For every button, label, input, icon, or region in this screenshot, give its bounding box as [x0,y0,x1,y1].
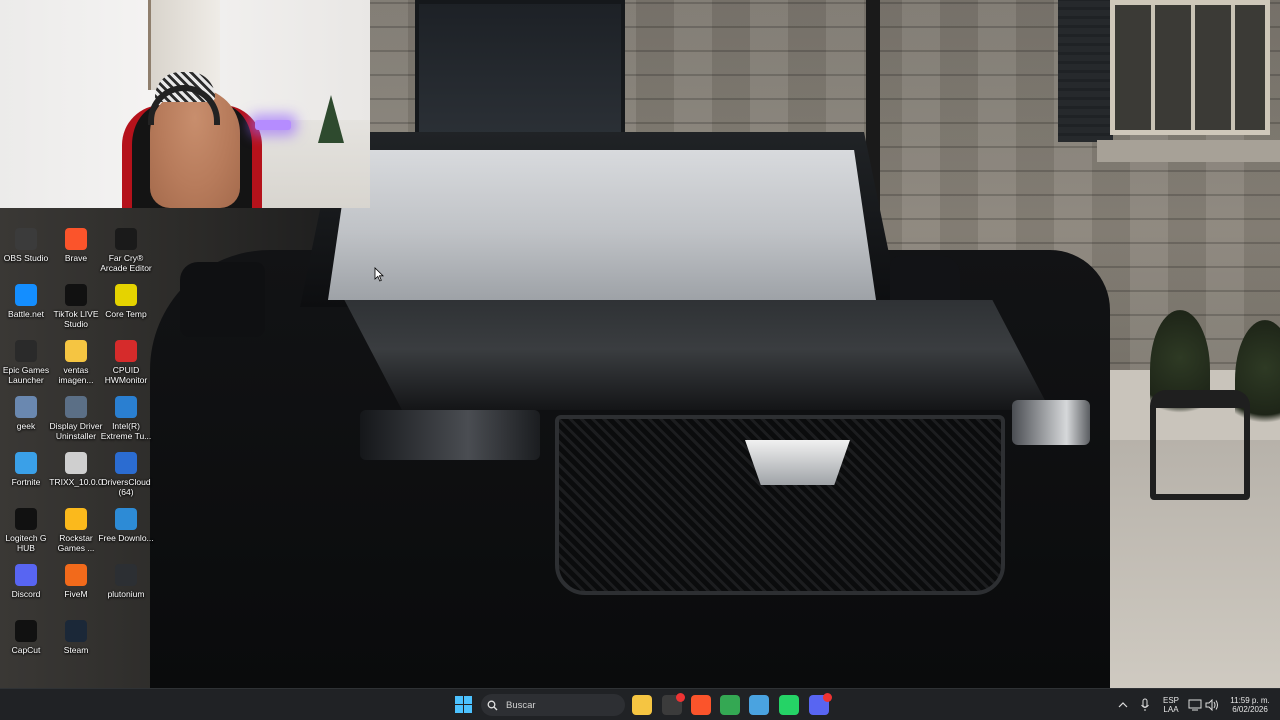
steam-icon [65,620,87,642]
house-window-left [415,0,625,140]
desktop-shortcut-label: Core Temp [105,309,147,319]
notification-badge [823,693,832,702]
desktop-shortcut[interactable]: Battle.net [0,280,52,336]
chrome-icon[interactable] [720,695,740,715]
desktop-shortcut[interactable]: CPUID HWMonitor [100,336,152,392]
discord-icon [15,564,37,586]
desktop-shortcut[interactable]: OBS Studio [0,224,52,280]
desktop-shortcut[interactable]: Epic Games Launcher [0,336,52,392]
desktop-shortcut[interactable]: Core Temp [100,280,152,336]
battlenet-icon [15,284,37,306]
car-windshield [328,150,876,300]
desktop-shortcut[interactable]: TikTok LIVE Studio [50,280,102,336]
obs-taskbar-icon[interactable] [662,693,685,715]
car-headlight-right [1012,400,1090,445]
keyboard-layout: LAA [1163,705,1179,714]
desktop-icon-grid: OBS Studio Brave Far Cry® Arcade Editor Bat… [0,224,160,674]
car-mirror-left [180,262,265,337]
discord-taskbar-icon[interactable] [809,693,832,715]
folder-icon [65,340,87,362]
christmas-tree [318,95,344,143]
coretemp-icon [115,284,137,306]
fivem-icon [65,564,87,586]
capcut-icon [15,620,37,642]
webcam-overlay [0,0,370,208]
desktop-shortcut[interactable]: Rockstar Games ... [50,504,102,560]
language-code: ESP [1162,696,1179,705]
epic-icon [15,340,37,362]
window-sill [1097,140,1280,162]
taskbar-search[interactable]: Buscar [481,694,625,716]
desktop-shortcut[interactable]: DriversCloud (64) [100,448,152,504]
tiktok-icon [65,284,87,306]
desktop-shortcut-label: Far Cry® Arcade Editor [100,253,152,273]
desktop-shortcut[interactable]: plutonium [100,560,152,616]
tray-overflow-chevron-icon[interactable] [1118,689,1128,720]
brave-icon [65,228,87,250]
desktop-shortcut[interactable]: ventas imagen... [50,336,102,392]
intel-icon [115,396,137,418]
desktop-shortcut[interactable]: Intel(R) Extreme Tu... [100,392,152,448]
car-hood [344,300,1050,410]
hwmonitor-icon [115,340,137,362]
obs-icon [15,228,37,250]
desktop-shortcut[interactable]: Free Downlo... [98,504,154,560]
file-explorer-icon[interactable] [632,695,652,715]
notification-badge [676,693,685,702]
geek-icon [15,396,37,418]
desktop-shortcut-label: DriversCloud (64) [101,477,151,497]
desktop-shortcut-label: plutonium [107,589,145,599]
clock-time: 11:59 p. m. [1230,696,1270,705]
desktop-shortcut[interactable]: FiveM [50,560,102,616]
desktop-shortcut[interactable]: Steam [50,616,102,672]
desktop-shortcut[interactable]: Fortnite [0,448,52,504]
desktop-shortcut[interactable]: geek [0,392,52,448]
desktop-shortcut[interactable]: Discord [0,560,52,616]
car-headlight-left [360,410,540,460]
car-emblem [745,440,850,485]
desktop-shortcut[interactable]: CapCut [0,616,52,672]
patio-chair [1150,390,1250,500]
neon-sign [255,120,291,130]
ddu-icon [65,396,87,418]
desktop-shortcut-label: Intel(R) Extreme Tu... [100,421,152,441]
taskbar: Buscar ESP LAA 11:59 p. m. 6/02/2026 [0,688,1280,720]
desktop-shortcut[interactable]: Brave [50,224,102,280]
desktop-shortcut-label: Free Downlo... [98,533,154,543]
notepad-icon[interactable] [749,695,769,715]
clock-date: 6/02/2026 [1232,705,1268,714]
desktop-shortcut[interactable]: Display Driver Uninstaller [50,392,102,448]
plutonium-icon [115,564,137,586]
farcry-icon [115,228,137,250]
mouse-cursor-icon [374,267,384,282]
desktop-shortcut-label: CPUID HWMonitor [104,365,148,385]
desktop-shortcut[interactable]: Logitech G HUB [0,504,52,560]
network-icon[interactable] [1188,689,1202,720]
fortnite-icon [15,452,37,474]
driverscloud-icon [115,452,137,474]
brave-taskbar-icon[interactable] [691,695,711,715]
rockstar-icon [65,508,87,530]
desktop-shortcut-label: Steam [63,645,89,655]
desktop-shortcut[interactable]: TRIXX_10.0.0 [49,448,103,504]
download-icon [115,508,137,530]
clock[interactable]: 11:59 p. m. 6/02/2026 [1225,689,1275,720]
whatsapp-icon[interactable] [779,695,799,715]
search-placeholder: Buscar [506,699,536,711]
windows-start-icon[interactable] [455,696,472,713]
language-indicator[interactable]: ESP LAA [1162,689,1180,720]
window-shutter [1058,0,1113,142]
search-icon [487,700,498,710]
house-window-right [1110,0,1270,135]
microphone-icon[interactable] [1140,689,1150,720]
logitech-icon [15,508,37,530]
desktop-shortcut[interactable]: Far Cry® Arcade Editor [100,224,152,280]
volume-icon[interactable] [1205,689,1219,720]
trixx-icon [65,452,87,474]
